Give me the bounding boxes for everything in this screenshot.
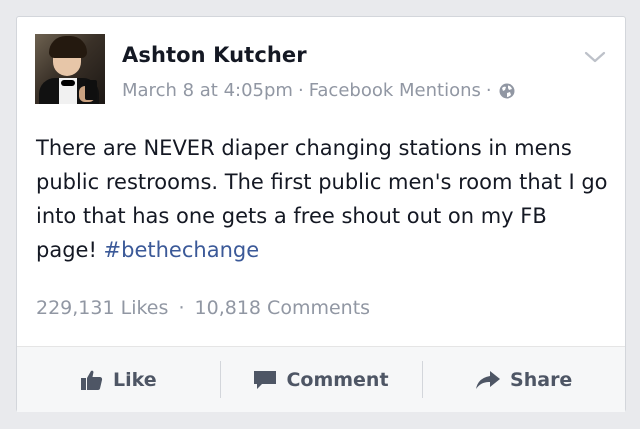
share-label: Share [510, 368, 573, 391]
hashtag-link[interactable]: #bethechange [104, 238, 260, 262]
likes-count[interactable]: 229,131 Likes [36, 297, 168, 319]
like-label: Like [113, 368, 157, 391]
stats-separator: · [178, 297, 185, 319]
action-bar: Like Comment Share [17, 346, 625, 412]
avatar[interactable] [35, 34, 105, 104]
post-body: There are NEVER diaper changing stations… [36, 131, 611, 267]
meta-separator: · [297, 80, 304, 101]
comment-label: Comment [286, 368, 389, 391]
chevron-down-icon[interactable] [583, 49, 607, 65]
author-name[interactable]: Ashton Kutcher [122, 43, 307, 67]
comment-button[interactable]: Comment [219, 347, 423, 412]
comments-count[interactable]: 10,818 Comments [195, 297, 371, 319]
avatar-hair [49, 36, 87, 58]
share-arrow-icon [476, 370, 501, 389]
like-button[interactable]: Like [17, 347, 220, 412]
avatar-bowtie [61, 80, 75, 86]
post-meta: March 8 at 4:05pm · Facebook Mentions · [122, 80, 515, 101]
speech-bubble-icon [254, 370, 277, 389]
meta-separator: · [485, 80, 492, 101]
post-source[interactable]: Facebook Mentions [309, 80, 481, 101]
globe-icon [499, 83, 515, 98]
post-timestamp[interactable]: March 8 at 4:05pm [122, 80, 293, 101]
post-card: Ashton Kutcher March 8 at 4:05pm · Faceb… [16, 16, 626, 412]
post-stats: 229,131 Likes · 10,818 Comments [36, 297, 370, 319]
share-button[interactable]: Share [422, 347, 625, 412]
avatar-phone [85, 80, 97, 100]
thumbs-up-icon [81, 370, 103, 390]
